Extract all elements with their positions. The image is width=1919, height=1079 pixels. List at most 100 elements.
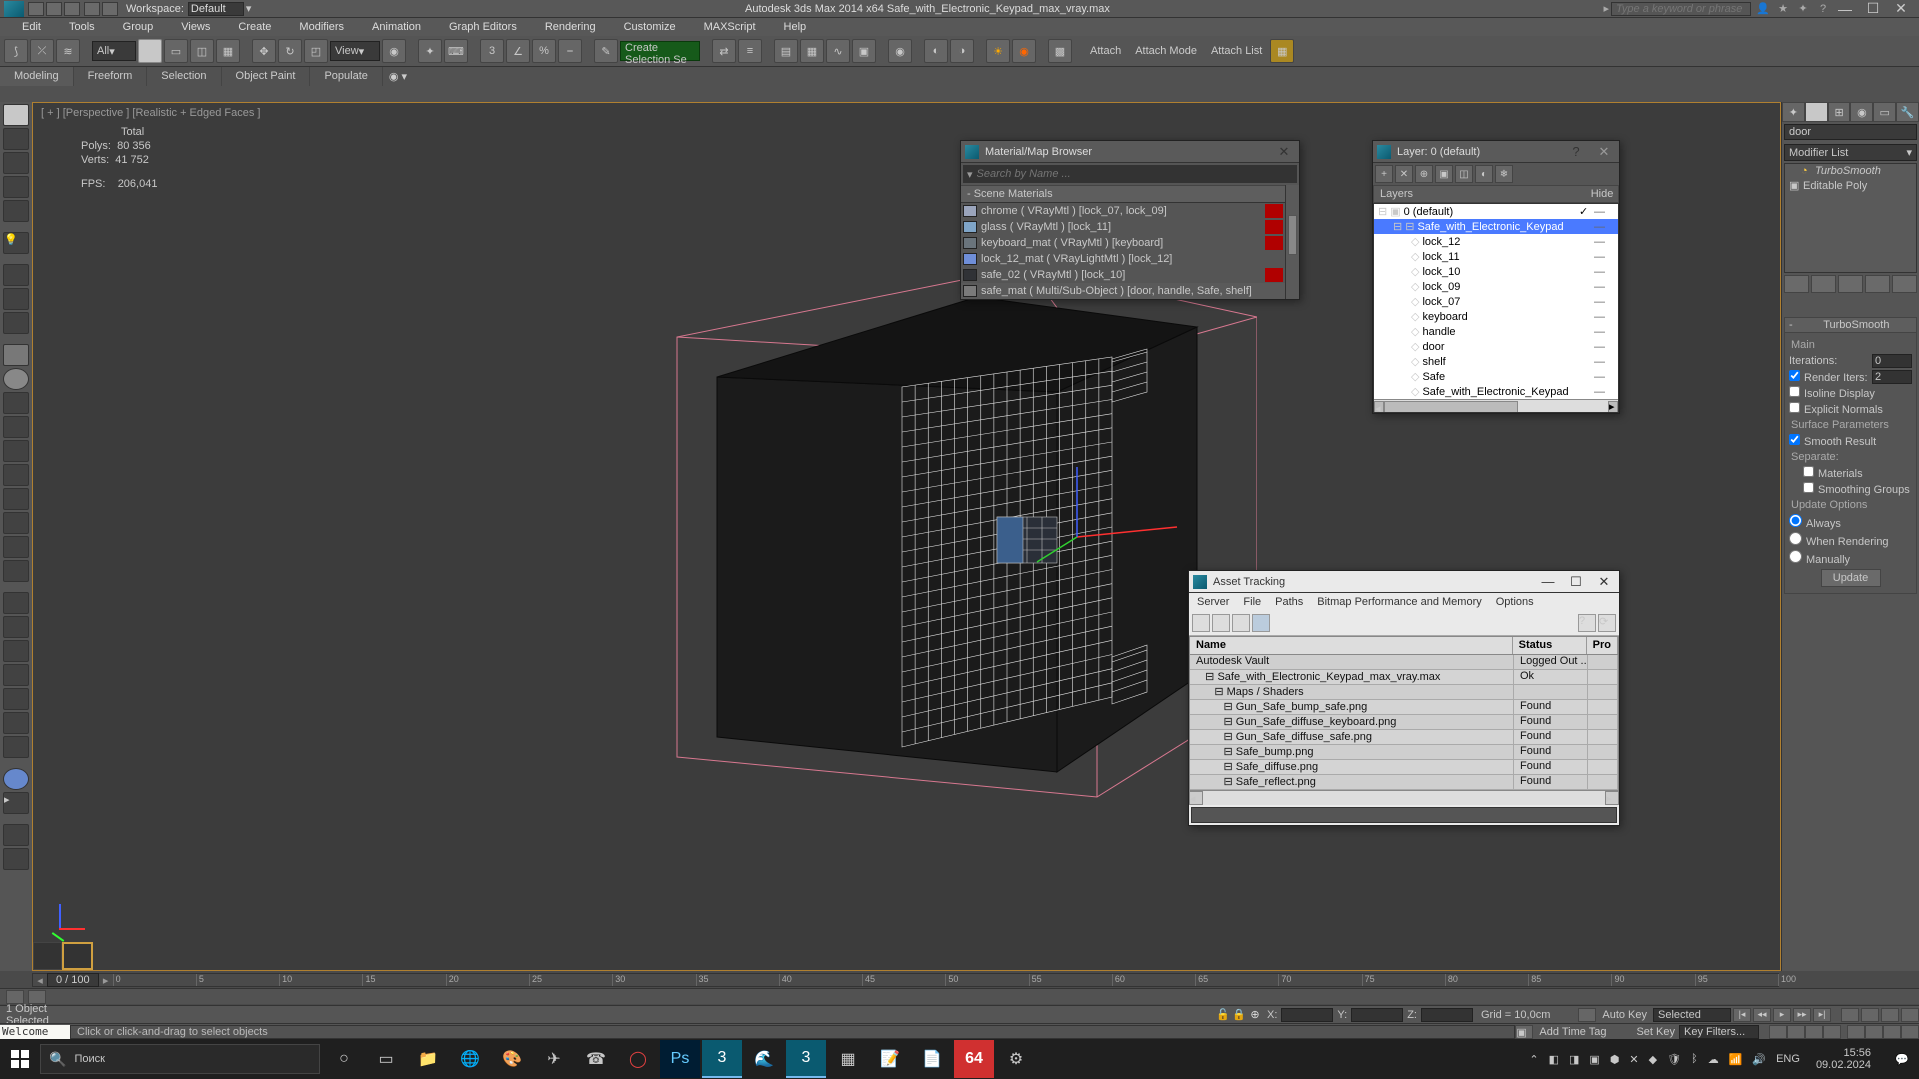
layer-row[interactable]: ◇handle— <box>1374 324 1618 339</box>
exchange-icon[interactable]: ✦ <box>1795 2 1811 16</box>
at-menu-bitmap[interactable]: Bitmap Performance and Memory <box>1317 596 1481 608</box>
lt-teapot-icon[interactable] <box>3 440 29 462</box>
asset-row[interactable]: ⊟ Safe_bump.pngFound <box>1190 745 1618 760</box>
menu-maxscript[interactable]: MAXScript <box>690 19 770 35</box>
menu-group[interactable]: Group <box>109 19 168 35</box>
nav-5[interactable] <box>1847 1025 1865 1039</box>
new-icon[interactable] <box>28 2 44 16</box>
scale-icon[interactable]: ◰ <box>304 39 328 63</box>
modifier-stack[interactable]: ◔TurboSmooth ▣Editable Poly <box>1784 163 1917 273</box>
lt-sphere-icon[interactable] <box>3 368 29 390</box>
tray-wifi-icon[interactable]: 📶 <box>1729 1053 1743 1066</box>
spinner-snap-icon[interactable]: ⎯ <box>558 39 582 63</box>
at-menu-file[interactable]: File <box>1243 596 1261 608</box>
asset-row[interactable]: ⊟ Safe_reflect.pngFound <box>1190 775 1618 790</box>
layer-row[interactable]: ◇lock_07— <box>1374 294 1618 309</box>
clock[interactable]: 15:5609.02.2024 <box>1810 1047 1877 1071</box>
app-chrome[interactable]: 🌐 <box>450 1040 490 1078</box>
at-menu-options[interactable]: Options <box>1496 596 1534 608</box>
explicit-normals-check[interactable]: Explicit Normals <box>1789 402 1883 416</box>
attach-mode-label[interactable]: Attach Mode <box>1129 45 1203 57</box>
play-icon[interactable]: ▸ <box>1773 1008 1791 1022</box>
timeline-right-icon[interactable]: ▸ <box>99 974 113 987</box>
lock-icon[interactable]: 🔓 <box>1215 1008 1231 1021</box>
viewport-thumbs[interactable] <box>33 942 93 970</box>
lt-light-icon[interactable]: 💡 <box>3 232 29 254</box>
tab-selection[interactable]: Selection <box>147 67 221 86</box>
sep-groups-check[interactable]: Smoothing Groups <box>1803 482 1910 496</box>
mmb-scrollbar[interactable] <box>1285 185 1299 299</box>
layer-row[interactable]: ◇shelf— <box>1374 354 1618 369</box>
percent-snap-icon[interactable]: % <box>532 39 556 63</box>
lt-pyramid-icon[interactable] <box>3 536 29 558</box>
at-menu-server[interactable]: Server <box>1197 596 1229 608</box>
mmb-cat[interactable]: - Scene Materials <box>961 185 1285 203</box>
at-close-icon[interactable]: ✕ <box>1593 573 1615 591</box>
app-word[interactable]: 📄 <box>912 1040 952 1078</box>
update-render-radio[interactable]: When Rendering <box>1789 532 1889 548</box>
app-calc[interactable]: ▦ <box>828 1040 868 1078</box>
trackbar-1[interactable] <box>6 990 24 1004</box>
lt-17[interactable] <box>3 768 29 790</box>
lt-15[interactable] <box>3 712 29 734</box>
menu-views[interactable]: Views <box>167 19 224 35</box>
render-frame-icon[interactable]: ◑ <box>950 39 974 63</box>
layer-freeze-icon[interactable]: ❄ <box>1495 165 1513 183</box>
layer-row[interactable]: ◇Safe_with_Electronic_Keypad— <box>1374 384 1618 399</box>
curve-editor-icon[interactable]: ∿ <box>826 39 850 63</box>
align-icon[interactable]: ≡ <box>738 39 762 63</box>
layer-hide-icon[interactable]: ◐ <box>1475 165 1493 183</box>
mmb-close-icon[interactable]: ✕ <box>1273 143 1295 161</box>
asset-row[interactable]: ⊟ Maps / Shaders <box>1190 685 1618 700</box>
material-row[interactable]: chrome ( VRayMtl ) [lock_07, lock_09] <box>961 203 1285 219</box>
tray-up-icon[interactable]: ⌃ <box>1529 1053 1538 1066</box>
action-center-icon[interactable]: 💬 <box>1885 1039 1919 1079</box>
tab-display-icon[interactable]: ▭ <box>1873 102 1896 122</box>
layer-row[interactable]: ◇lock_11— <box>1374 249 1618 264</box>
angle-snap-icon[interactable]: ∠ <box>506 39 530 63</box>
at-tb-4[interactable] <box>1252 614 1270 632</box>
menu-customize[interactable]: Customize <box>610 19 690 35</box>
asset-tracking-window[interactable]: Asset Tracking — ☐ ✕ Server File Paths B… <box>1188 570 1620 826</box>
update-always-radio[interactable]: Always <box>1789 514 1841 530</box>
lt-12[interactable] <box>3 640 29 662</box>
favorites-icon[interactable]: ★ <box>1775 2 1791 16</box>
menu-modifiers[interactable]: Modifiers <box>285 19 358 35</box>
select-manip-icon[interactable]: ✦ <box>418 39 442 63</box>
nav-orbit-icon[interactable] <box>1805 1025 1823 1039</box>
select-name-icon[interactable]: ▭ <box>164 39 188 63</box>
lt-torus-icon[interactable] <box>3 416 29 438</box>
tab-utilities-icon[interactable]: 🔧 <box>1896 102 1919 122</box>
layer-close-icon[interactable]: ✕ <box>1593 143 1615 161</box>
material-browser-window[interactable]: Material/Map Browser ✕ ▾ - Scene Materia… <box>960 140 1300 300</box>
sep-materials-check[interactable]: Materials <box>1803 466 1863 480</box>
at-tb-3[interactable] <box>1232 614 1250 632</box>
remove-modifier-icon[interactable] <box>1865 275 1890 293</box>
object-name-input[interactable] <box>1784 124 1917 140</box>
menu-create[interactable]: Create <box>224 19 285 35</box>
trackbar-2[interactable] <box>28 990 46 1004</box>
layer-row[interactable]: ◇lock_09— <box>1374 279 1618 294</box>
schematic-icon[interactable]: ▣ <box>852 39 876 63</box>
window-crossing-icon[interactable]: ▦ <box>216 39 240 63</box>
render-setup-icon[interactable]: ◐ <box>924 39 948 63</box>
layer-row[interactable]: ◇keyboard— <box>1374 309 1618 324</box>
at-min-icon[interactable]: — <box>1537 573 1559 591</box>
app-explorer[interactable]: 📁 <box>408 1040 448 1078</box>
pin-stack-icon[interactable] <box>1784 275 1809 293</box>
lt-cyl-icon[interactable] <box>3 392 29 414</box>
lt-19[interactable] <box>3 848 29 870</box>
render-icon[interactable]: ◉ <box>1012 39 1036 63</box>
show-end-result-icon[interactable] <box>1811 275 1836 293</box>
maximize-button[interactable]: ☐ <box>1859 0 1887 18</box>
asset-grid[interactable]: Name Status Pro Autodesk VaultLogged Out… <box>1189 636 1619 791</box>
lt-select-icon[interactable] <box>3 104 29 126</box>
lt-4[interactable] <box>3 200 29 222</box>
tray-1[interactable]: ◧ <box>1549 1053 1559 1066</box>
menu-animation[interactable]: Animation <box>358 19 435 35</box>
nav-6[interactable] <box>1865 1025 1883 1039</box>
prev-frame-icon[interactable]: ◂◂ <box>1753 1008 1771 1022</box>
redo-icon[interactable] <box>102 2 118 16</box>
help-search[interactable] <box>1611 2 1751 16</box>
material-row[interactable]: lock_12_mat ( VRayLightMtl ) [lock_12] <box>961 251 1285 267</box>
